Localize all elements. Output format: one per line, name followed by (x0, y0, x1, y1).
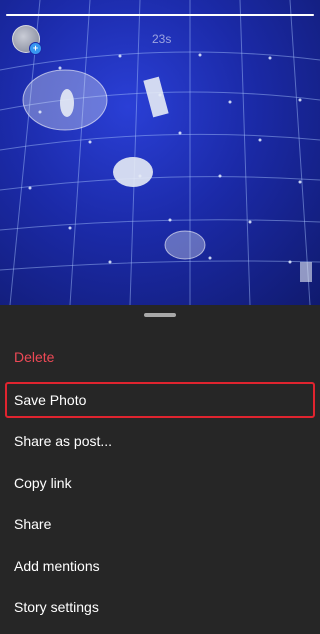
story-timestamp: 23s (152, 32, 172, 46)
add-mentions-option[interactable]: Add mentions (0, 548, 320, 584)
story-progress-fill (6, 14, 314, 16)
delete-option[interactable]: Delete (0, 339, 320, 375)
story-progress-bar (6, 14, 314, 16)
share-as-post-option[interactable]: Share as post... (0, 423, 320, 459)
story-image[interactable]: + 23s (0, 0, 320, 305)
avatar[interactable]: + (12, 25, 42, 55)
sheet-drag-handle[interactable] (144, 313, 176, 317)
options-sheet: Delete Save Photo Share as post... Copy … (0, 305, 320, 634)
copy-link-option[interactable]: Copy link (0, 465, 320, 501)
story-settings-option[interactable]: Story settings (0, 589, 320, 625)
save-photo-option[interactable]: Save Photo (0, 382, 320, 418)
add-story-icon[interactable]: + (29, 42, 42, 55)
share-option[interactable]: Share (0, 506, 320, 542)
